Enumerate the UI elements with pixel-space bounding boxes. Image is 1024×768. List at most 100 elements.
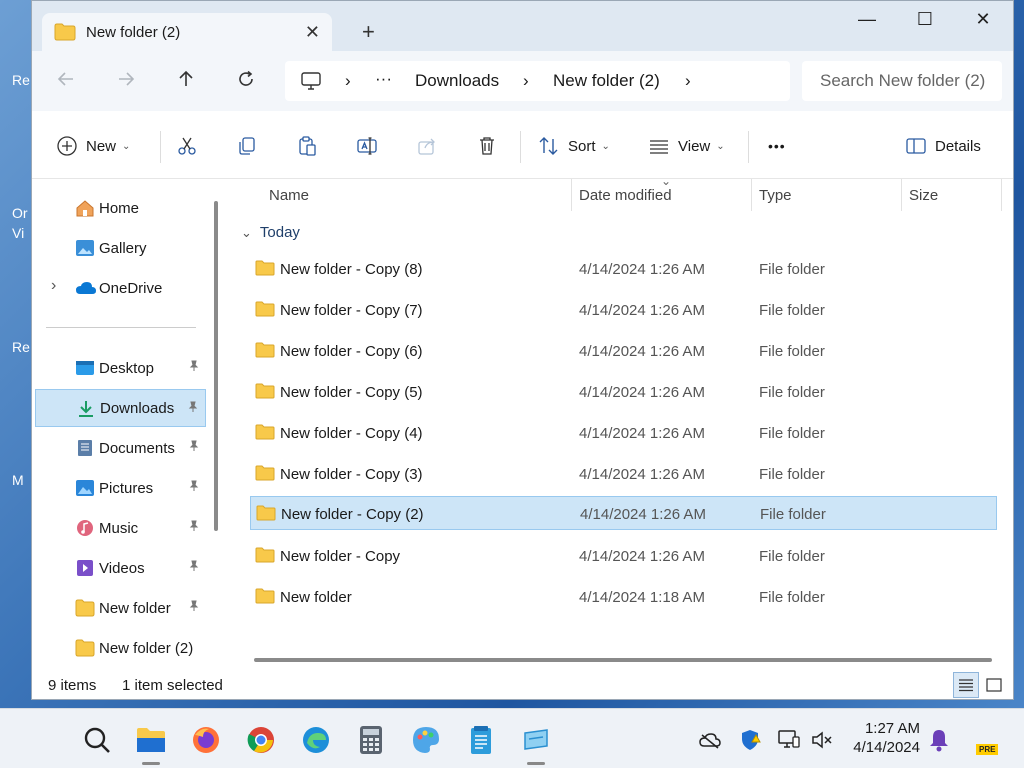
tab-new-folder-2[interactable]: New folder (2) ✕ — [42, 13, 332, 53]
column-header-date[interactable]: Date modified — [579, 187, 672, 204]
close-button[interactable]: ✕ — [963, 9, 1003, 33]
sidebar-item-downloads[interactable]: Downloads — [35, 389, 206, 427]
folder-icon — [255, 260, 275, 280]
forward-button[interactable] — [116, 69, 136, 95]
table-row[interactable]: New folder - Copy (8) 4/14/2024 1:26 AM … — [250, 252, 997, 286]
sidebar-item-new-folder-2[interactable]: New folder (2) — [35, 629, 206, 667]
breadcrumb-more-button[interactable]: ··· — [375, 69, 392, 89]
maximize-button[interactable]: ☐ — [905, 9, 945, 33]
group-header-today[interactable]: ⌄ Today — [241, 224, 300, 241]
column-header-type[interactable]: Type — [759, 187, 792, 204]
tiles-view-button[interactable] — [981, 672, 1007, 698]
desktop-icon-label[interactable]: Re — [12, 72, 30, 88]
table-row-selected[interactable]: New folder - Copy (2) 4/14/2024 1:26 AM … — [250, 496, 997, 530]
desktop-icon-label[interactable]: M — [12, 472, 24, 488]
add-tab-button[interactable]: + — [362, 21, 375, 43]
column-header-size[interactable]: Size — [909, 187, 938, 204]
chrome-taskbar-button[interactable] — [244, 723, 278, 757]
file-date: 4/14/2024 1:18 AM — [579, 589, 705, 606]
remote-app-taskbar-button[interactable] — [519, 723, 553, 765]
network-icon[interactable] — [776, 727, 802, 753]
details-view-button[interactable] — [953, 672, 979, 698]
close-tab-icon[interactable]: ✕ — [305, 22, 320, 43]
sidebar-item-home[interactable]: Home — [35, 189, 206, 227]
more-options-button[interactable]: ••• — [768, 133, 786, 159]
breadcrumb-chevron[interactable]: › — [523, 71, 529, 91]
address-bar[interactable]: › ··· Downloads › New folder (2) › — [285, 61, 790, 101]
column-divider[interactable] — [571, 179, 572, 211]
table-row[interactable]: New folder - Copy (3) 4/14/2024 1:26 AM … — [250, 457, 997, 491]
scissors-icon — [178, 137, 196, 155]
chevron-right-icon[interactable]: › — [51, 277, 56, 295]
onedrive-tray-icon[interactable] — [697, 727, 723, 753]
title-bar[interactable]: New folder (2) ✕ + — ☐ ✕ — [32, 1, 1013, 53]
table-row[interactable]: New folder - Copy (5) 4/14/2024 1:26 AM … — [250, 375, 997, 409]
firefox-taskbar-button[interactable] — [189, 723, 223, 757]
sidebar-item-label: OneDrive — [99, 279, 163, 297]
monitor-icon[interactable] — [301, 72, 321, 94]
minimize-button[interactable]: — — [847, 9, 887, 33]
table-row[interactable]: New folder - Copy (4) 4/14/2024 1:26 AM … — [250, 416, 997, 450]
sidebar-scrollbar[interactable] — [214, 201, 218, 531]
file-type: File folder — [759, 548, 825, 565]
view-button[interactable]: View ⌄ — [648, 133, 725, 159]
column-divider[interactable] — [1001, 179, 1002, 211]
volume-muted-icon[interactable] — [809, 727, 835, 753]
search-input[interactable] — [802, 61, 1002, 101]
sidebar-item-desktop[interactable]: Desktop — [35, 349, 206, 387]
table-row[interactable]: New folder 4/14/2024 1:18 AM File folder — [250, 580, 997, 614]
sidebar-item-pictures[interactable]: Pictures — [35, 469, 206, 507]
sidebar-item-new-folder[interactable]: New folder — [35, 589, 206, 627]
paste-button[interactable] — [296, 133, 318, 159]
list-view-icon — [650, 140, 668, 154]
navigation-pane: Home Gallery › OneDrive Desktop Download… — [32, 179, 227, 671]
column-divider[interactable] — [901, 179, 902, 211]
toolbar-divider — [748, 131, 749, 163]
breadcrumb-current-folder[interactable]: New folder (2) — [553, 71, 660, 91]
desktop-icon-label[interactable]: Or — [12, 205, 28, 221]
sidebar-item-videos[interactable]: Videos — [35, 549, 206, 587]
sidebar-item-label: Downloads — [100, 399, 175, 417]
breadcrumb-downloads[interactable]: Downloads — [415, 71, 499, 91]
back-button[interactable] — [56, 69, 76, 95]
breadcrumb-chevron[interactable]: › — [685, 71, 691, 91]
rename-button[interactable] — [356, 133, 378, 159]
table-row[interactable]: New folder - Copy (6) 4/14/2024 1:26 AM … — [250, 334, 997, 368]
sidebar-item-documents[interactable]: Documents — [35, 429, 206, 467]
table-row[interactable]: New folder - Copy (7) 4/14/2024 1:26 AM … — [250, 293, 997, 327]
notepad-taskbar-button[interactable] — [464, 723, 498, 757]
column-header-name[interactable]: Name — [269, 187, 309, 204]
table-row[interactable]: New folder - Copy 4/14/2024 1:26 AM File… — [250, 539, 997, 573]
system-clock[interactable]: 1:27 AM 4/14/2024 — [848, 719, 920, 757]
column-divider[interactable] — [751, 179, 752, 211]
security-shield-icon[interactable] — [737, 727, 763, 753]
edge-taskbar-button[interactable] — [299, 723, 333, 757]
share-button[interactable] — [416, 133, 438, 159]
breadcrumb-chevron[interactable]: › — [345, 71, 351, 91]
file-name: New folder — [280, 589, 352, 606]
search-taskbar-button[interactable] — [80, 723, 114, 757]
details-pane-button[interactable]: Details — [905, 133, 981, 159]
list-view-icon — [959, 679, 973, 692]
horizontal-scrollbar[interactable] — [254, 658, 992, 662]
sidebar-item-onedrive[interactable]: › OneDrive — [35, 269, 206, 307]
notification-bell-icon[interactable] — [926, 727, 952, 753]
file-explorer-taskbar-button[interactable] — [134, 723, 168, 765]
pictures-icon — [75, 479, 95, 497]
search-box[interactable] — [802, 61, 1002, 101]
clock-time: 1:27 AM — [864, 720, 920, 737]
up-button[interactable] — [176, 69, 196, 95]
sidebar-item-gallery[interactable]: Gallery — [35, 229, 206, 267]
cut-button[interactable] — [176, 133, 198, 159]
paint-taskbar-button[interactable] — [409, 723, 443, 757]
refresh-button[interactable] — [236, 69, 256, 95]
calculator-taskbar-button[interactable] — [354, 723, 388, 757]
edge-icon — [303, 727, 329, 753]
new-button[interactable]: New ⌄ — [56, 133, 130, 159]
sidebar-item-music[interactable]: Music — [35, 509, 206, 547]
sort-button[interactable]: Sort ⌄ — [538, 133, 610, 159]
copy-button[interactable] — [236, 133, 258, 159]
delete-button[interactable] — [476, 133, 498, 159]
desktop-icon-label[interactable]: Vi — [12, 225, 24, 241]
desktop-icon-label[interactable]: Re — [12, 339, 30, 355]
